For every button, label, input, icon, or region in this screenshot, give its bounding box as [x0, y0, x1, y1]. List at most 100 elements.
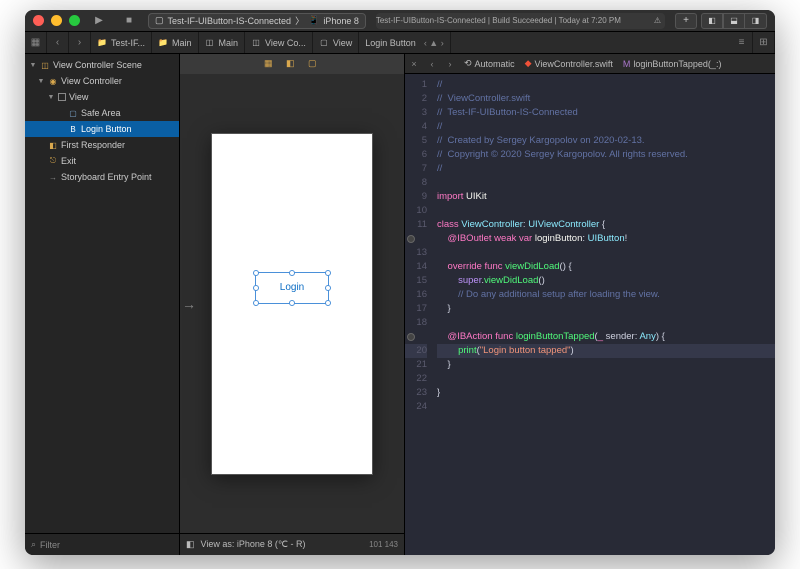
add-editor-button[interactable]: ⊞ [753, 32, 775, 53]
close-icon[interactable] [33, 15, 44, 26]
breadcrumb-label: Main [219, 38, 239, 48]
titlebar: ▶ ■ ▢ Test-IF-UIButton-IS-Connected 〉 📱 … [25, 10, 775, 32]
back-button[interactable]: ‹ [47, 32, 69, 53]
breadcrumb-label: Login Button [365, 38, 416, 48]
view-icon [58, 93, 66, 101]
breadcrumb-project[interactable]: 📁 Test-IF... [91, 32, 152, 53]
filter-icon: ⌕ [31, 539, 36, 550]
chevron-right-icon: 〉 [295, 14, 304, 27]
assistant-mode[interactable]: ⟲Automatic [459, 58, 520, 69]
toolbar-right: + ◧ ⬓ ◨ [675, 13, 767, 29]
source-editor[interactable]: 1234567891011 131415161718 2021222324 //… [405, 74, 775, 555]
minimize-icon[interactable] [51, 15, 62, 26]
outline-toggle-icon[interactable]: ◧ [186, 539, 195, 550]
link-icon: ⟲ [464, 58, 472, 69]
scheme-selector[interactable]: ▢ Test-IF-UIButton-IS-Connected 〉 📱 iPho… [148, 13, 366, 29]
breadcrumb-label: Main [172, 38, 192, 48]
breadcrumb-view[interactable]: ▢ View [313, 32, 359, 53]
scheme-device: iPhone 8 [323, 16, 359, 26]
forward-button[interactable]: › [69, 32, 91, 53]
editor-jump-bar: × ‹ › ⟲Automatic ◆ViewController.swift M… [405, 54, 775, 74]
toggle-left-panel-button[interactable]: ◧ [701, 13, 723, 29]
pin-icon[interactable]: ◧ [286, 58, 298, 70]
node-label: Login Button [81, 124, 132, 134]
breadcrumb-storyboard[interactable]: ◫Main [199, 32, 246, 53]
app-icon: ▢ [155, 15, 164, 26]
entry-arrow-icon: → [180, 289, 198, 319]
safearea-node[interactable]: ▢Safe Area [25, 105, 179, 121]
traffic-lights [33, 15, 80, 26]
zoom-value: 101 143 [369, 540, 398, 549]
scheme-target: Test-IF-UIButton-IS-Connected [168, 16, 292, 26]
login-button-widget[interactable]: Login [257, 274, 327, 302]
symbol-label: loginButtonTapped(_:) [633, 59, 721, 69]
line-gutter: 1234567891011 131415161718 2021222324 [405, 74, 433, 555]
xcode-window: ▶ ■ ▢ Test-IF-UIButton-IS-Connected 〉 📱 … [25, 10, 775, 555]
scene-icon: ◫ [251, 38, 261, 48]
firstresponder-icon: ◧ [48, 140, 58, 150]
zoom-controls[interactable]: 101 143 [369, 540, 398, 549]
breadcrumb-item[interactable]: Login Button‹ ▲ › [359, 32, 450, 53]
view-as-label[interactable]: View as: iPhone 8 (℃ - R) [201, 539, 306, 550]
stop-button[interactable]: ■ [118, 13, 140, 29]
close-editor-button[interactable]: × [405, 59, 423, 69]
activity-status[interactable]: Test-IF-UIButton-IS-Connected | Build Su… [376, 13, 665, 29]
interface-builder-canvas: ▦ ◧ ▢ → [180, 54, 405, 555]
back-button[interactable]: ‹ [423, 59, 441, 69]
exit-icon: ⎋ [48, 156, 58, 166]
related-items-button[interactable]: ▦ [25, 32, 47, 53]
loginbutton-node[interactable]: BLogin Button [25, 121, 179, 137]
action-connection-icon[interactable] [407, 333, 415, 341]
node-label: Exit [61, 156, 76, 166]
library-button[interactable]: + [675, 13, 697, 29]
device-frame: Login [212, 134, 372, 474]
adjust-editor-button[interactable]: ≡ [731, 32, 753, 53]
toggle-bottom-panel-button[interactable]: ⬓ [723, 13, 745, 29]
forward-button[interactable]: › [441, 59, 459, 69]
breadcrumb-label: View [333, 38, 352, 48]
filter-placeholder[interactable]: Filter [40, 540, 60, 550]
jump-bar: ▦ ‹ › 📁 Test-IF... 📁Main ◫Main ◫ View Co..… [25, 32, 775, 54]
entrypoint-node[interactable]: →Storyboard Entry Point [25, 169, 179, 185]
view-node[interactable]: ▼View [25, 89, 179, 105]
viewcontroller-icon: ◉ [48, 76, 58, 86]
run-button[interactable]: ▶ [88, 13, 110, 29]
source-lines: // // ViewController.swift // Test-IF-UI… [433, 74, 775, 555]
breadcrumb-label: Test-IF... [111, 38, 145, 48]
canvas-viewport[interactable]: → Login [180, 74, 404, 533]
exit-node[interactable]: ⎋Exit [25, 153, 179, 169]
outline-filter: ⌕ Filter [25, 533, 179, 555]
breadcrumb-label: View Co... [265, 38, 306, 48]
button-icon: B [68, 124, 78, 134]
align-icon[interactable]: ▦ [264, 58, 276, 70]
view-icon: ▢ [319, 38, 329, 48]
toggle-right-panel-button[interactable]: ◨ [745, 13, 767, 29]
firstresponder-node[interactable]: ◧First Responder [25, 137, 179, 153]
file-label: ViewController.swift [535, 59, 613, 69]
node-label: View [69, 92, 88, 102]
node-label: Storyboard Entry Point [61, 172, 152, 182]
viewcontroller-node[interactable]: ▼◉View Controller [25, 73, 179, 89]
main-area: ▼◫View Controller Scene ▼◉View Controlle… [25, 54, 775, 555]
node-label: View Controller [61, 76, 122, 86]
outline-tree: ▼◫View Controller Scene ▼◉View Controlle… [25, 54, 179, 533]
file-crumb[interactable]: ◆ViewController.swift [520, 58, 618, 69]
node-label: First Responder [61, 140, 125, 150]
mode-label: Automatic [475, 59, 515, 69]
embed-icon[interactable]: ▢ [308, 58, 320, 70]
scene-node[interactable]: ▼◫View Controller Scene [25, 57, 179, 73]
node-label: View Controller Scene [53, 60, 142, 70]
breadcrumb-group[interactable]: 📁Main [152, 32, 199, 53]
document-outline: ▼◫View Controller Scene ▼◉View Controlle… [25, 54, 180, 555]
folder-icon: 📁 [97, 38, 107, 48]
status-text: Test-IF-UIButton-IS-Connected | Build Su… [376, 16, 621, 25]
breadcrumb-scene[interactable]: ◫ View Co... [245, 32, 313, 53]
outlet-connection-icon[interactable] [407, 235, 415, 243]
swift-icon: ◆ [525, 58, 532, 69]
entry-icon: → [48, 172, 58, 182]
canvas-toolbar: ▦ ◧ ▢ [180, 54, 404, 74]
method-icon: M [623, 59, 631, 69]
assistant-editor: × ‹ › ⟲Automatic ◆ViewController.swift M… [405, 54, 775, 555]
symbol-crumb[interactable]: MloginButtonTapped(_:) [618, 59, 727, 69]
zoom-icon[interactable] [69, 15, 80, 26]
